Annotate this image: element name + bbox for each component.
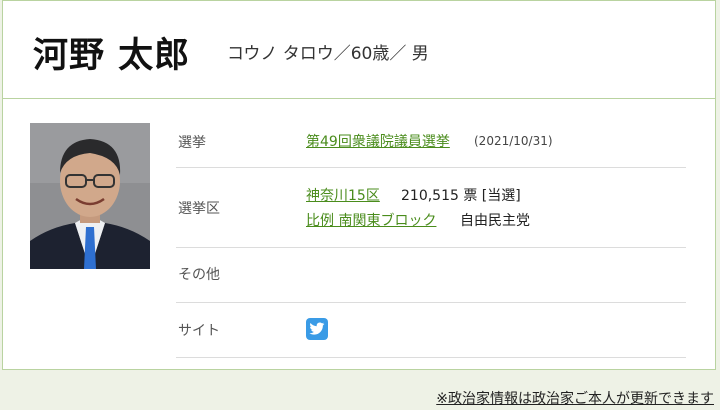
election-link[interactable]: 第49回衆議院議員選挙 — [306, 131, 450, 151]
party-name: 自由民主党 — [460, 213, 530, 229]
row-divider — [176, 302, 686, 303]
election-label: 選挙 — [178, 135, 206, 151]
district-votes: 210,515 票 [当選] — [401, 188, 521, 204]
row-divider — [176, 247, 686, 248]
footer-note-link[interactable]: ※政治家情報は政治家ご本人が更新できます — [436, 388, 714, 408]
row-divider — [176, 167, 686, 168]
pr-block-link[interactable]: 比例 南関東ブロック — [306, 210, 436, 230]
twitter-icon[interactable] — [306, 318, 328, 340]
district-link[interactable]: 神奈川15区 — [306, 185, 380, 205]
site-label: サイト — [178, 323, 220, 339]
politician-photo — [30, 123, 150, 269]
other-label: その他 — [178, 267, 220, 283]
kana-age-gender: コウノ タロウ／60歳／ 男 — [227, 44, 429, 64]
profile-header: 河野 太郎 コウノ タロウ／60歳／ 男 — [3, 1, 715, 99]
row-divider — [176, 357, 686, 358]
politician-name: 河野 太郎 — [33, 36, 191, 76]
election-date: (2021/10/31) — [474, 134, 553, 148]
district-label: 選挙区 — [178, 201, 220, 217]
